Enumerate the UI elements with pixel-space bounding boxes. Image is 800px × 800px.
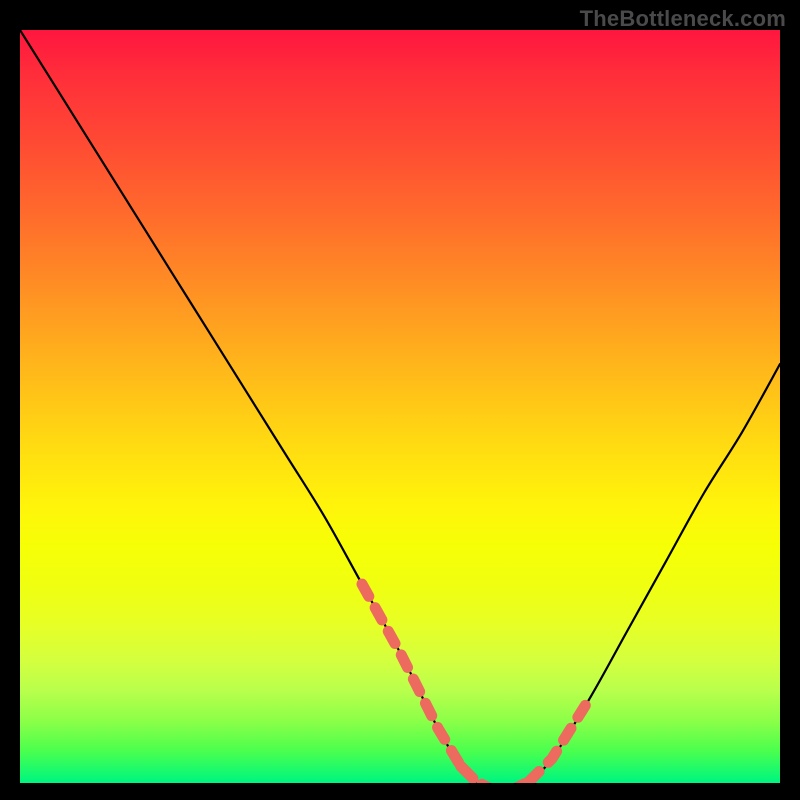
highlight-segment-left [362, 584, 461, 766]
plot-frame [20, 30, 780, 783]
watermark-text: TheBottleneck.com [580, 6, 786, 32]
chart-svg [20, 30, 780, 783]
chart-container: TheBottleneck.com [0, 0, 800, 800]
highlight-segment-floor [461, 766, 529, 783]
highlight-segment-right [529, 698, 590, 782]
bottleneck-curve-line [20, 30, 780, 783]
